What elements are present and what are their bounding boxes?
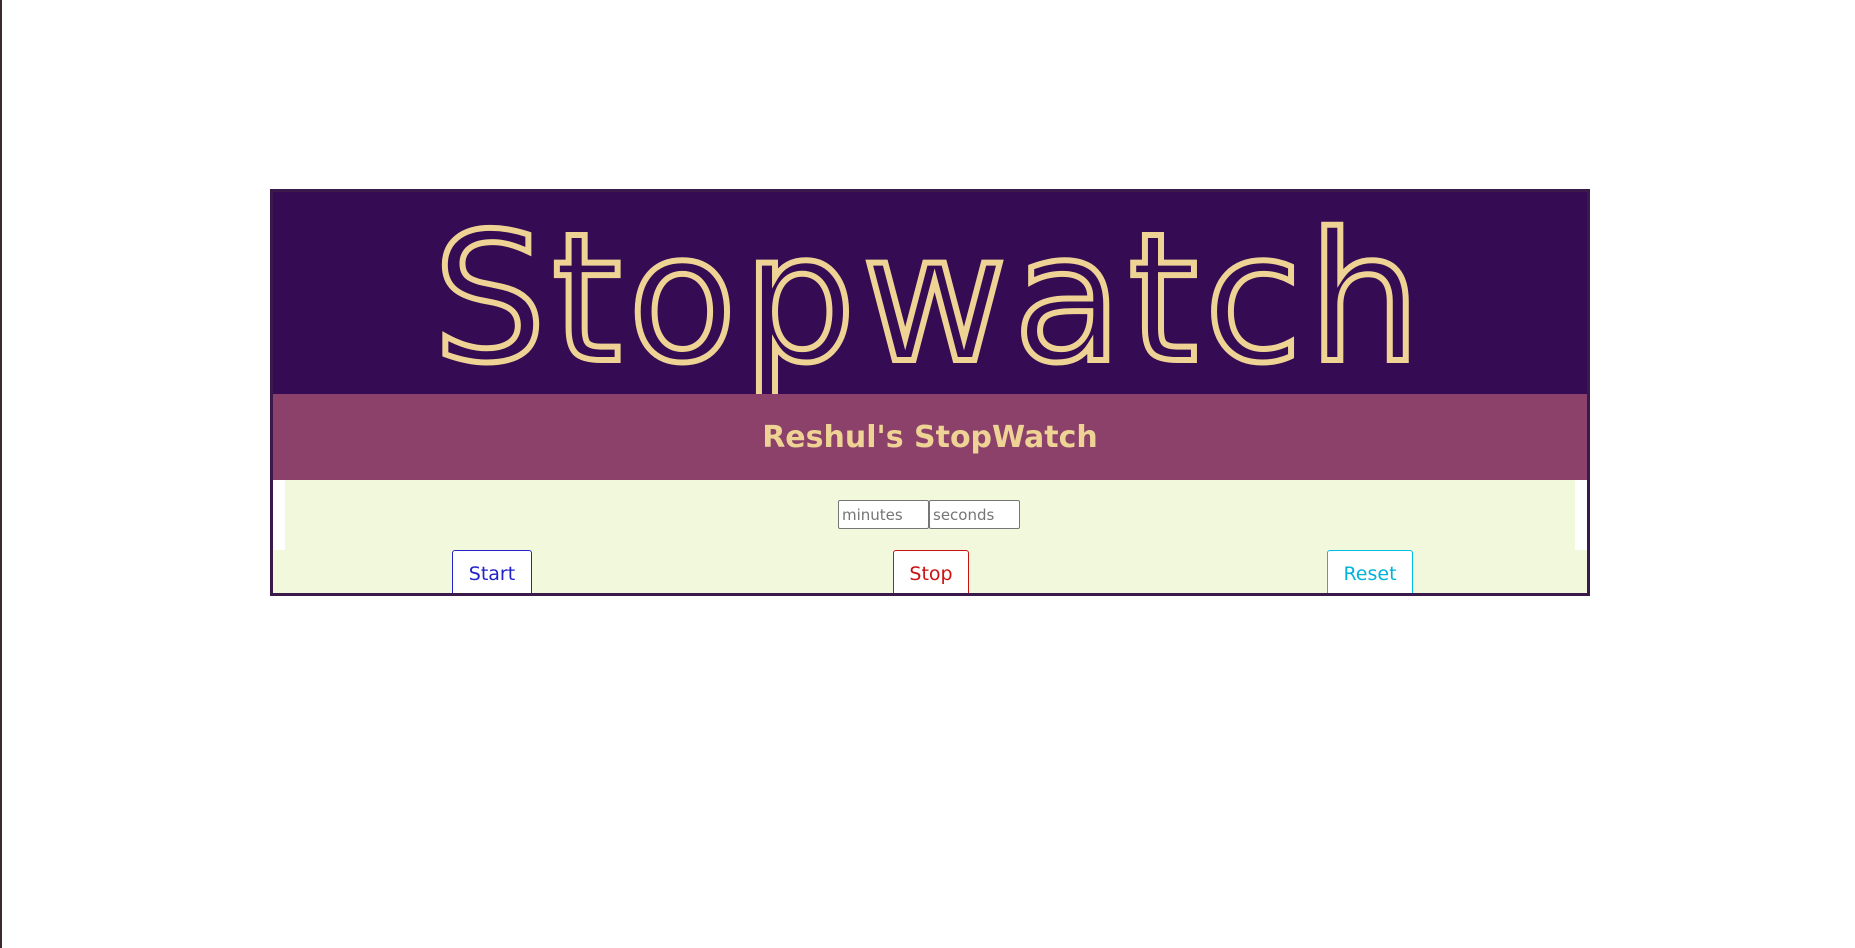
stopwatch-card: Stopwatch Reshul's StopWatch Start Stop … (270, 189, 1590, 596)
start-button[interactable]: Start (452, 550, 532, 593)
subtitle-bar: Reshul's StopWatch (273, 394, 1587, 480)
window-left-edge (0, 0, 2, 948)
seconds-input[interactable] (929, 500, 1020, 529)
app-title: Stopwatch (433, 195, 1427, 394)
app-subtitle: Reshul's StopWatch (762, 419, 1098, 455)
inputs-strip (273, 480, 1587, 550)
minutes-input[interactable] (838, 500, 929, 529)
title-svg: Stopwatch (430, 192, 1427, 394)
stop-button[interactable]: Stop (893, 550, 969, 593)
title-banner: Stopwatch (273, 192, 1587, 394)
inputs-panel (285, 480, 1575, 550)
reset-button[interactable]: Reset (1327, 550, 1413, 593)
